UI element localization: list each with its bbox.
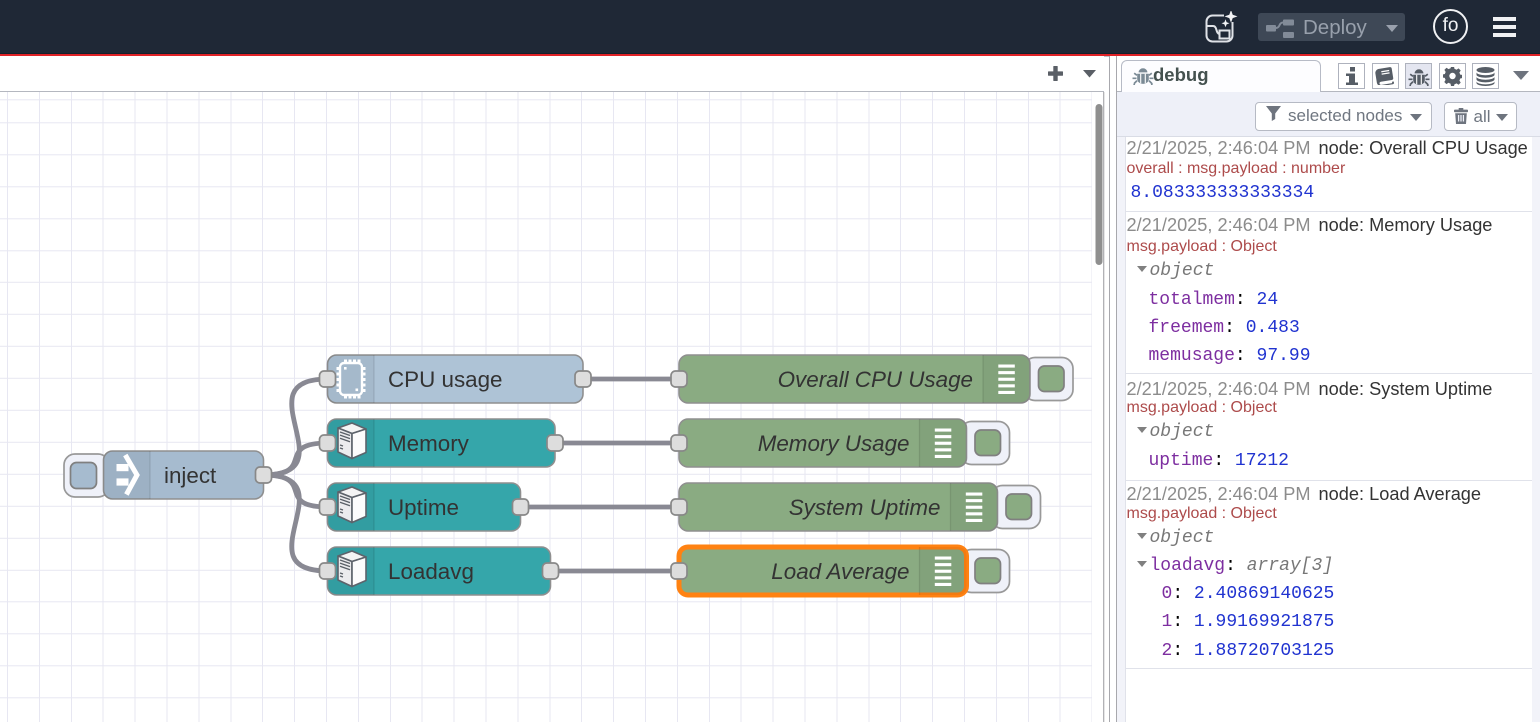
svg-text:Loadavg: Loadavg xyxy=(388,559,474,584)
svg-text:inject: inject xyxy=(164,463,217,488)
svg-text:Overall CPU Usage: Overall CPU Usage xyxy=(778,367,973,392)
svg-text:Memory: Memory xyxy=(388,431,470,456)
svg-text:Load Average: Load Average xyxy=(771,559,909,584)
svg-text:Uptime: Uptime xyxy=(388,495,459,520)
svg-text:CPU usage: CPU usage xyxy=(388,367,503,392)
svg-text:Memory Usage: Memory Usage xyxy=(758,431,910,456)
svg-text:System Uptime: System Uptime xyxy=(789,495,941,520)
